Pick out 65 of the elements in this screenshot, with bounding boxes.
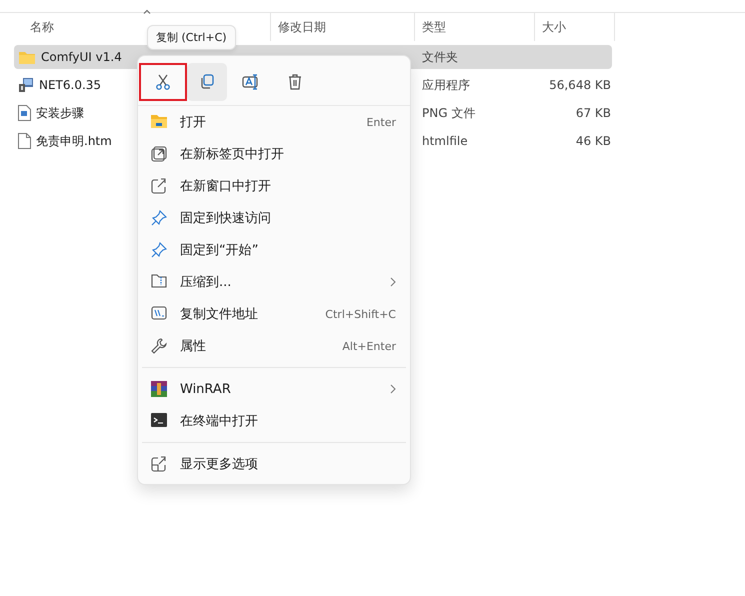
menu-label: 显示更多选项 xyxy=(180,456,259,473)
shortcut-text: Ctrl+Shift+C xyxy=(325,308,396,320)
menu-item[interactable]: 属性 Alt+Enter xyxy=(138,330,410,362)
shortcut-text: Enter xyxy=(366,116,396,128)
column-header[interactable]: 类型 xyxy=(422,18,446,36)
menu-item[interactable]: 打开 Enter xyxy=(138,106,410,138)
cut-button[interactable] xyxy=(139,63,187,101)
file-type: 应用程序 xyxy=(421,76,471,94)
menu-item[interactable]: WinRAR xyxy=(138,373,410,405)
pin-icon xyxy=(151,210,167,226)
zip-folder-icon xyxy=(151,274,167,288)
rename-icon xyxy=(242,74,260,90)
menu-label: 在新窗口中打开 xyxy=(180,178,272,195)
file-size: 67 KB xyxy=(574,106,612,120)
copy-button[interactable] xyxy=(187,63,227,101)
menu-label: 在新标签页中打开 xyxy=(180,146,285,163)
file-name[interactable]: ComfyUI v1.4 xyxy=(41,50,122,64)
menu-label: 在终端中打开 xyxy=(180,413,259,430)
copy-icon xyxy=(199,74,215,90)
column-header[interactable]: 名称 xyxy=(30,18,54,36)
more-options-icon xyxy=(151,456,167,472)
column-header[interactable]: 修改日期 xyxy=(278,18,326,36)
folder-icon xyxy=(18,50,36,64)
menu-label: WinRAR xyxy=(180,382,232,396)
file-type: htmlfile xyxy=(421,134,469,148)
new-window-icon xyxy=(151,178,167,194)
file-name[interactable]: NET6.0.35 xyxy=(39,78,102,92)
menu-item[interactable]: 压缩到... xyxy=(138,266,410,298)
menu-label: 复制文件地址 xyxy=(180,306,259,323)
menu-item[interactable]: 在新窗口中打开 xyxy=(138,170,410,202)
menu-item[interactable]: 固定到快速访问 xyxy=(138,202,410,234)
file-size: 46 KB xyxy=(574,134,612,148)
file-name[interactable]: 安装步骤 xyxy=(36,104,84,122)
menu-label: 固定到快速访问 xyxy=(180,210,272,227)
path-icon xyxy=(151,306,167,320)
shortcut-text: Alt+Enter xyxy=(342,340,396,352)
menu-label: 固定到“开始” xyxy=(180,242,260,259)
file-size: 56,648 KB xyxy=(548,78,612,92)
chevron-right-icon xyxy=(390,384,396,394)
folder-icon xyxy=(151,114,167,128)
menu-item[interactable]: 在新标签页中打开 xyxy=(138,138,410,170)
new-tab-icon xyxy=(151,146,167,162)
sort-caret-icon xyxy=(143,9,151,14)
menu-item[interactable]: 显示更多选项 xyxy=(138,448,410,480)
file-type: 文件夹 xyxy=(421,48,459,66)
menu-label: 属性 xyxy=(180,338,207,355)
file-icon xyxy=(18,133,31,149)
column-header[interactable]: 大小 xyxy=(542,18,566,36)
terminal-icon xyxy=(151,413,167,427)
file-name[interactable]: 免责申明.htm xyxy=(36,132,112,150)
menu-item[interactable]: 固定到“开始” xyxy=(138,234,410,266)
menu-item[interactable]: 在终端中打开 xyxy=(138,405,410,437)
books-icon xyxy=(151,381,167,397)
menu-label: 压缩到... xyxy=(180,274,232,291)
delete-icon xyxy=(287,74,303,90)
chevron-right-icon xyxy=(390,277,396,287)
installer-icon xyxy=(18,77,34,93)
file-type: PNG 文件 xyxy=(421,104,476,122)
menu-label: 打开 xyxy=(180,114,207,131)
menu-item[interactable]: 复制文件地址 Ctrl+Shift+C xyxy=(138,298,410,330)
pin-icon xyxy=(151,242,167,258)
wrench-icon xyxy=(151,338,167,354)
tooltip: 复制 (Ctrl+C) xyxy=(147,25,236,50)
image-file-icon xyxy=(18,105,31,121)
cut-icon xyxy=(155,74,171,90)
